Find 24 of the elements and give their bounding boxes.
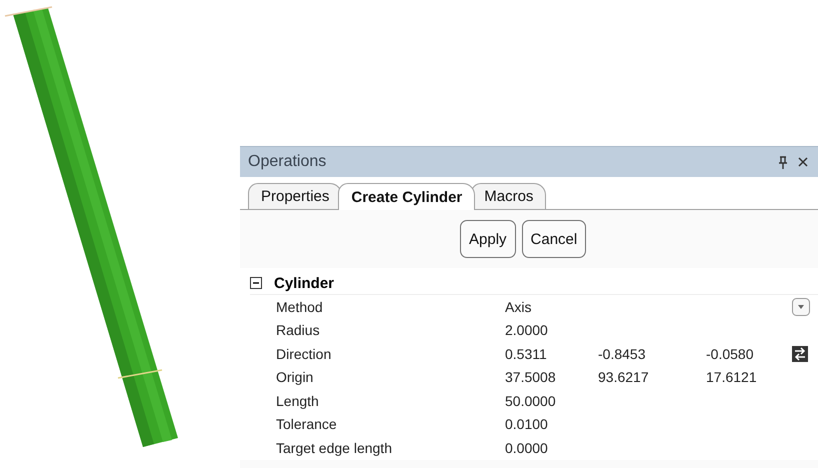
property-value[interactable]: 0.0100 — [505, 416, 598, 432]
tab[interactable]: Create Cylinder — [338, 183, 476, 210]
property-value[interactable]: -0.8453 — [598, 346, 706, 362]
property-label: Length — [276, 392, 320, 409]
property-label: Origin — [276, 369, 314, 386]
property-label: Radius — [276, 322, 321, 338]
property-value[interactable]: 0.5311 — [505, 346, 598, 362]
property-value[interactable]: 50.0000 — [505, 392, 598, 409]
property-label: Method — [276, 298, 324, 315]
property-label: Tolerance — [276, 416, 338, 432]
property-value[interactable]: 17.6121 — [706, 369, 792, 386]
section-title: Cylinder — [274, 274, 334, 292]
property-value[interactable]: 93.6217 — [598, 369, 706, 386]
property-label: Direction — [276, 346, 332, 362]
tab[interactable]: Macros — [471, 183, 546, 209]
panel-title: Operations — [248, 153, 328, 171]
action-button[interactable]: Cancel — [522, 220, 586, 258]
property-value[interactable]: 2.0000 — [505, 322, 598, 338]
property-label: Target edge length — [276, 440, 393, 456]
property-value[interactable]: 0.0000 — [505, 440, 598, 456]
action-button[interactable]: Apply — [460, 220, 516, 258]
property-value[interactable]: 37.5008 — [505, 369, 598, 386]
property-value[interactable]: Axis — [505, 298, 598, 315]
property-value[interactable]: -0.0580 — [706, 346, 792, 362]
